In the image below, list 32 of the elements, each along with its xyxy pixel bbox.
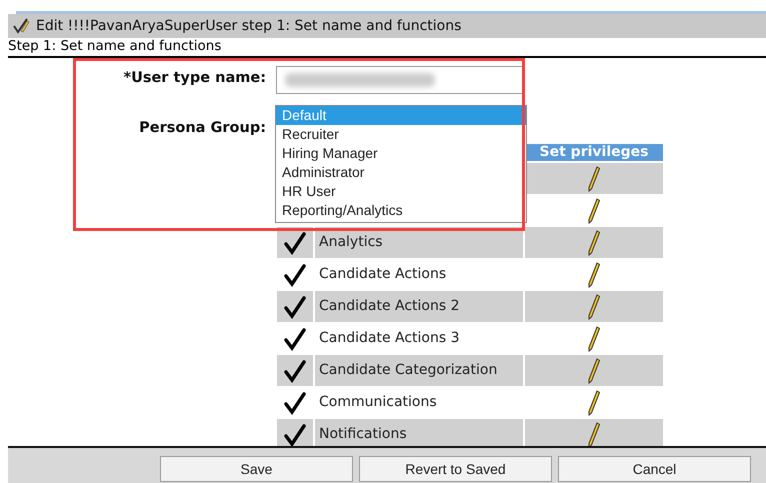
list-option[interactable]: Reporting/Analytics — [276, 201, 526, 220]
pencil-icon[interactable] — [588, 198, 600, 224]
pencil-icon[interactable] — [588, 166, 600, 192]
function-name: Candidate Actions 3 — [319, 331, 460, 346]
field-label: Persona Group: — [138, 119, 266, 136]
column-header: Set privileges — [525, 144, 663, 161]
action-button[interactable]: Cancel — [558, 456, 751, 482]
function-name: Notifications — [319, 427, 407, 442]
action-button[interactable]: Revert to Saved — [359, 456, 552, 482]
list-option[interactable]: Hiring Manager — [276, 144, 526, 163]
list-option[interactable]: HR User — [276, 182, 526, 201]
function-name: Candidate Categorization — [319, 363, 498, 378]
action-button[interactable]: Save — [160, 456, 353, 482]
pencil-icon[interactable] — [588, 422, 600, 446]
function-name: Communications — [319, 395, 437, 410]
function-name: Candidate Actions — [319, 267, 446, 282]
list-option[interactable]: Administrator — [276, 163, 526, 182]
persona-group-listbox[interactable]: Default Recruiter Hiring Manager Administrator HR User Reporting/Analytics — [275, 105, 527, 223]
step-heading: Step 1: Set name and functions — [8, 38, 766, 58]
pencil-icon[interactable] — [588, 326, 600, 352]
window-title: Edit !!!!PavanAryaSuperUser step 1: Set name and functions — [36, 18, 462, 34]
pencil-icon[interactable] — [588, 358, 600, 384]
pencil-icon[interactable] — [588, 230, 600, 256]
pencil-icon[interactable] — [588, 294, 600, 320]
user-type-name-field[interactable] — [276, 66, 524, 94]
function-name: Candidate Actions 2 — [319, 299, 460, 314]
function-name: Analytics — [319, 235, 383, 250]
list-option[interactable]: Recruiter — [276, 125, 526, 144]
pencil-icon[interactable] — [588, 262, 600, 288]
pencil-check-icon — [12, 17, 30, 35]
field-label: *User type name: — [122, 69, 266, 86]
pencil-icon[interactable] — [588, 390, 600, 416]
